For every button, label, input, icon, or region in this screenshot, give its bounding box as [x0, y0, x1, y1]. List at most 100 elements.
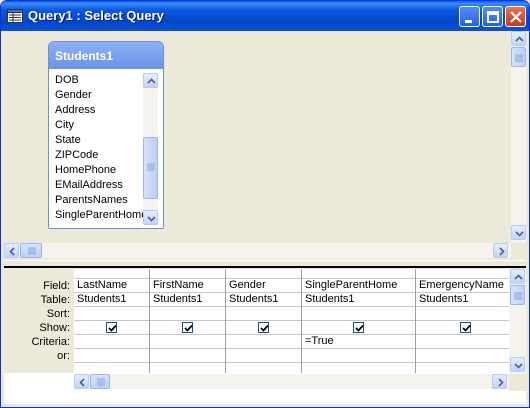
scroll-left-button[interactable] — [4, 243, 19, 258]
checkmark-icon — [260, 324, 269, 332]
field-cell[interactable]: LastName — [74, 279, 149, 293]
criteria-cell[interactable] — [226, 335, 301, 349]
scroll-up-button[interactable] — [510, 269, 525, 284]
grid-horizontal-scrollbar[interactable] — [74, 374, 509, 389]
title-bar[interactable]: Query1 : Select Query — [1, 1, 529, 31]
table-cell[interactable]: Students1 — [74, 293, 149, 307]
row-labels: Field: Table: Sort: Show: Criteria: or: — [4, 269, 74, 373]
close-button[interactable] — [505, 6, 526, 27]
maximize-button[interactable] — [482, 6, 503, 27]
show-checkbox[interactable] — [182, 322, 193, 333]
show-checkbox[interactable] — [353, 322, 364, 333]
sort-cell[interactable] — [416, 307, 509, 321]
table-field-list[interactable]: Students1 DOB Gender Address City State … — [48, 41, 164, 229]
chevron-left-icon — [9, 247, 15, 256]
row-label-criteria: Criteria: — [31, 336, 70, 348]
or-cell[interactable] — [226, 349, 301, 363]
close-icon — [510, 11, 522, 23]
or-cell[interactable] — [416, 349, 509, 363]
show-cell[interactable] — [416, 321, 509, 335]
scroll-thumb[interactable] — [90, 374, 110, 389]
scroll-left-button[interactable] — [74, 374, 89, 389]
scroll-up-button[interactable] — [143, 73, 158, 88]
table-cell[interactable]: Students1 — [226, 293, 301, 307]
criteria-cell[interactable] — [150, 335, 225, 349]
row-label-sort: Sort: — [46, 308, 70, 320]
field-item[interactable]: Address — [55, 103, 148, 118]
show-checkbox[interactable] — [106, 322, 117, 333]
minimize-button[interactable] — [459, 6, 480, 27]
column-selector[interactable] — [416, 269, 509, 279]
scroll-thumb[interactable] — [143, 137, 158, 199]
row-label-field: Field: — [43, 280, 70, 292]
field-item[interactable]: Gender — [55, 88, 148, 103]
design-grid: LastName Students1 FirstName Students1 Gende… — [74, 269, 509, 373]
grid-vertical-scrollbar[interactable] — [509, 269, 526, 389]
show-checkbox[interactable] — [460, 322, 471, 333]
pane-splitter[interactable] — [4, 260, 526, 268]
scroll-down-button[interactable] — [510, 357, 525, 372]
scroll-right-button[interactable] — [493, 243, 508, 258]
field-cell[interactable]: EmergencyName — [416, 279, 509, 293]
query-window-icon[interactable] — [7, 9, 23, 23]
grip-icon — [515, 54, 523, 62]
scroll-down-button[interactable] — [143, 210, 158, 225]
table-cell[interactable]: Students1 — [302, 293, 415, 307]
field-item[interactable]: HomePhone — [55, 163, 148, 178]
field-list: DOB Gender Address City State ZIPCode Ho… — [55, 73, 148, 225]
chevron-up-icon — [515, 36, 524, 42]
column-selector[interactable] — [302, 269, 415, 279]
field-item[interactable]: EMailAddress — [55, 178, 148, 193]
show-checkbox[interactable] — [258, 322, 269, 333]
table-cell[interactable]: Students1 — [416, 293, 509, 307]
column-selector[interactable] — [74, 269, 149, 279]
show-cell[interactable] — [302, 321, 415, 335]
criteria-cell[interactable] — [416, 335, 509, 349]
column-selector[interactable] — [226, 269, 301, 279]
table-title[interactable]: Students1 — [49, 42, 163, 69]
sort-cell[interactable] — [74, 307, 149, 321]
criteria-cell[interactable] — [74, 335, 149, 349]
or-cell[interactable] — [150, 349, 225, 363]
criteria-cell[interactable]: =True — [302, 335, 415, 349]
show-cell[interactable] — [150, 321, 225, 335]
scroll-right-button[interactable] — [492, 374, 507, 389]
table-cell[interactable]: Students1 — [150, 293, 225, 307]
scroll-thumb[interactable] — [20, 243, 42, 258]
table-pane-vertical-scrollbar[interactable] — [511, 31, 526, 243]
or-cell[interactable] — [302, 349, 415, 363]
chevron-up-icon — [514, 274, 523, 280]
table-pane-horizontal-scrollbar[interactable] — [4, 243, 511, 258]
scroll-down-button[interactable] — [511, 225, 526, 240]
field-item[interactable]: ZIPCode — [55, 148, 148, 163]
field-item[interactable]: DOB — [55, 73, 148, 88]
row-label-table: Table: — [40, 294, 70, 306]
sort-cell[interactable] — [226, 307, 301, 321]
grip-icon — [147, 163, 155, 171]
field-item[interactable]: ParentsNames — [55, 193, 148, 208]
field-cell[interactable]: Gender — [226, 279, 301, 293]
design-grid-pane: Field: Table: Sort: Show: Criteria: or: … — [4, 269, 526, 404]
field-item[interactable]: City — [55, 118, 148, 133]
field-item[interactable]: State — [55, 133, 148, 148]
chevron-down-icon — [514, 363, 523, 369]
scroll-thumb[interactable] — [510, 285, 525, 305]
field-cell[interactable]: FirstName — [150, 279, 225, 293]
column-selector[interactable] — [150, 269, 225, 279]
show-cell[interactable] — [74, 321, 149, 335]
scroll-up-button[interactable] — [511, 31, 526, 46]
chevron-down-icon — [515, 231, 524, 237]
chevron-right-icon — [498, 378, 504, 387]
scroll-thumb[interactable] — [511, 47, 526, 67]
grid-column: FirstName Students1 — [150, 269, 226, 373]
field-cell[interactable]: SingleParentHome — [302, 279, 415, 293]
grid-column: LastName Students1 — [74, 269, 150, 373]
field-item[interactable]: SingleParentHome — [55, 208, 148, 223]
or-cell[interactable] — [74, 349, 149, 363]
row-label-or: or: — [57, 350, 70, 362]
sort-cell[interactable] — [302, 307, 415, 321]
show-cell[interactable] — [226, 321, 301, 335]
field-list-scrollbar[interactable] — [143, 73, 158, 225]
row-label-show: Show: — [39, 322, 70, 334]
sort-cell[interactable] — [150, 307, 225, 321]
